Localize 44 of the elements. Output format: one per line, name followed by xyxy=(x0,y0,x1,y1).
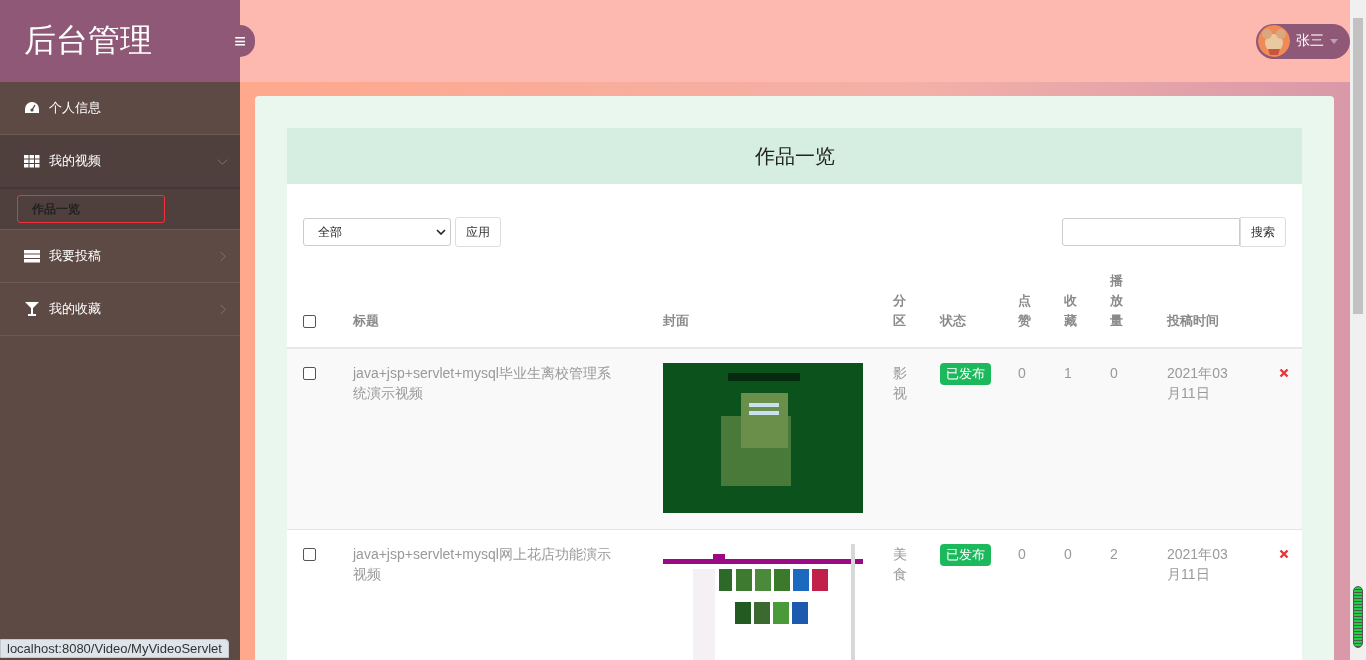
favorites-cell-text: 1 xyxy=(1064,364,1072,383)
date-cell-text: 2021年03月11日 xyxy=(1167,364,1229,403)
user-menu[interactable]: 张三 xyxy=(1256,23,1350,59)
chevron-right-icon xyxy=(217,303,228,315)
chevron-right-icon xyxy=(217,250,228,262)
meter-drawing xyxy=(1353,586,1363,648)
favorites-cell-text: 0 xyxy=(1064,545,1072,564)
title-cell-text: java+jsp+servlet+mysql毕业生离校管理系统演示视频 xyxy=(353,364,612,403)
apply-button[interactable]: 应用 xyxy=(455,217,501,247)
column-header: 投稿时间 xyxy=(1167,312,1219,330)
page-title: 作品一览 xyxy=(287,128,1302,184)
column-header: 状态 xyxy=(940,312,966,330)
column-header: 播放量 xyxy=(1110,272,1123,330)
column-header: 标题 xyxy=(353,312,379,330)
caret-icon xyxy=(1330,38,1338,44)
search-button[interactable]: 搜索 xyxy=(1240,217,1286,247)
status-url: localhost:8080/Video/MyVideoServlet xyxy=(0,639,229,658)
row-checkbox[interactable] xyxy=(303,548,316,561)
dashboard-icon xyxy=(24,101,40,115)
column-header: 分区 xyxy=(893,292,906,330)
status-badge: 已发布 xyxy=(940,544,991,566)
category-cell-text: 影视 xyxy=(893,364,907,403)
likes-cell-text: 0 xyxy=(1018,545,1026,564)
column-header: 点赞 xyxy=(1018,292,1031,330)
date-cell-text: 2021年03月11日 xyxy=(1167,545,1229,584)
status-badge: 已发布 xyxy=(940,363,991,385)
server-icon xyxy=(24,249,40,263)
filter-select[interactable]: 全部 xyxy=(303,218,451,246)
plays-cell-text: 0 xyxy=(1110,364,1118,383)
delete-icon[interactable] xyxy=(1279,368,1289,378)
select-all-checkbox[interactable] xyxy=(303,315,316,328)
cocktail-glass-icon xyxy=(24,302,40,316)
category-cell-text: 美食 xyxy=(893,545,907,584)
row-checkbox[interactable] xyxy=(303,367,316,380)
column-header: 封面 xyxy=(663,312,689,330)
likes-cell-text: 0 xyxy=(1018,364,1026,383)
delete-icon[interactable] xyxy=(1279,549,1289,559)
title-cell-text: java+jsp+servlet+mysql网上花店功能演示视频 xyxy=(353,545,612,584)
sidebar-item[interactable]: 我的视频 xyxy=(0,135,240,189)
plays-cell-text: 2 xyxy=(1110,545,1118,564)
column-header: 收藏 xyxy=(1064,292,1077,330)
grid-icon xyxy=(24,154,40,168)
search-field[interactable] xyxy=(1062,218,1240,246)
logo-title: 后台管理 xyxy=(24,21,152,60)
